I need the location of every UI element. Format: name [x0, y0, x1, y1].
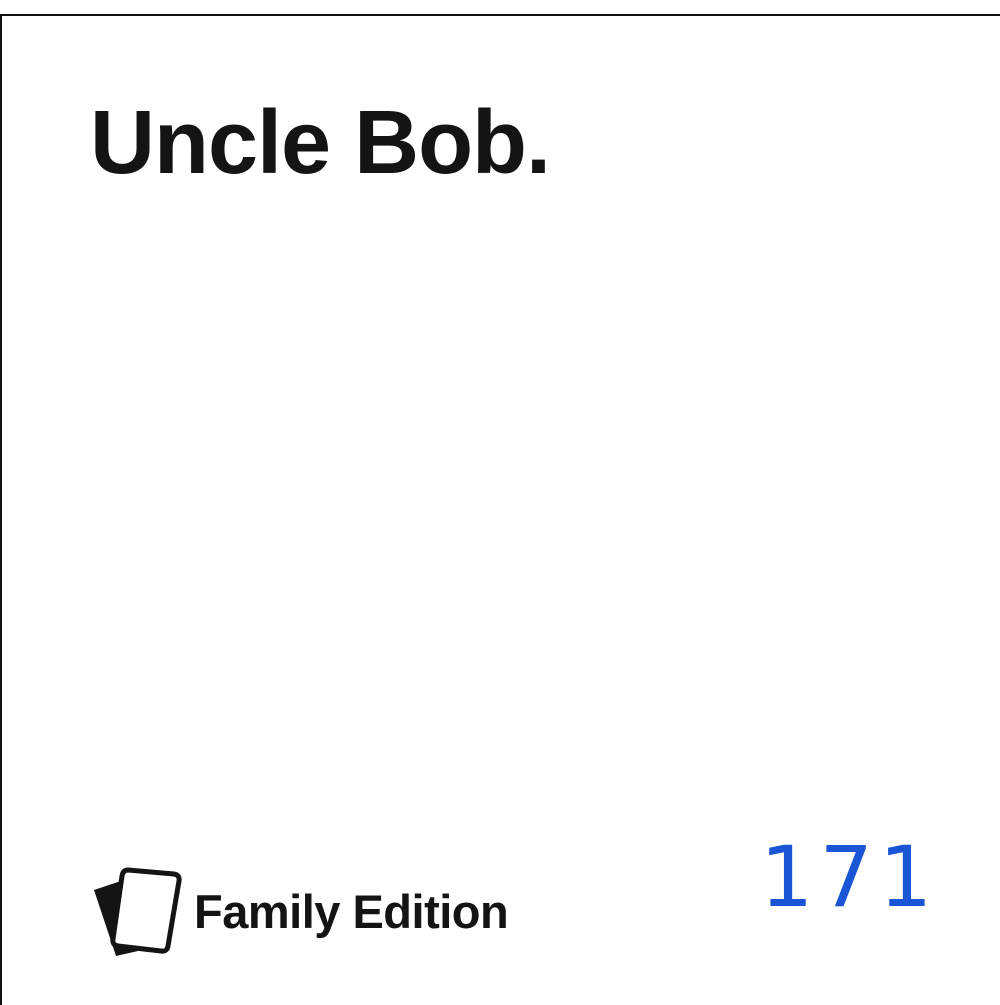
brand-name: Family Edition: [194, 884, 509, 938]
card-number: 171: [760, 828, 939, 926]
prompt-card: Uncle Bob. Family Edition 171: [0, 14, 1000, 1005]
brand-footer: Family Edition: [90, 866, 509, 956]
card-title: Uncle Bob.: [90, 93, 551, 193]
stacked-cards-icon: [94, 867, 182, 956]
